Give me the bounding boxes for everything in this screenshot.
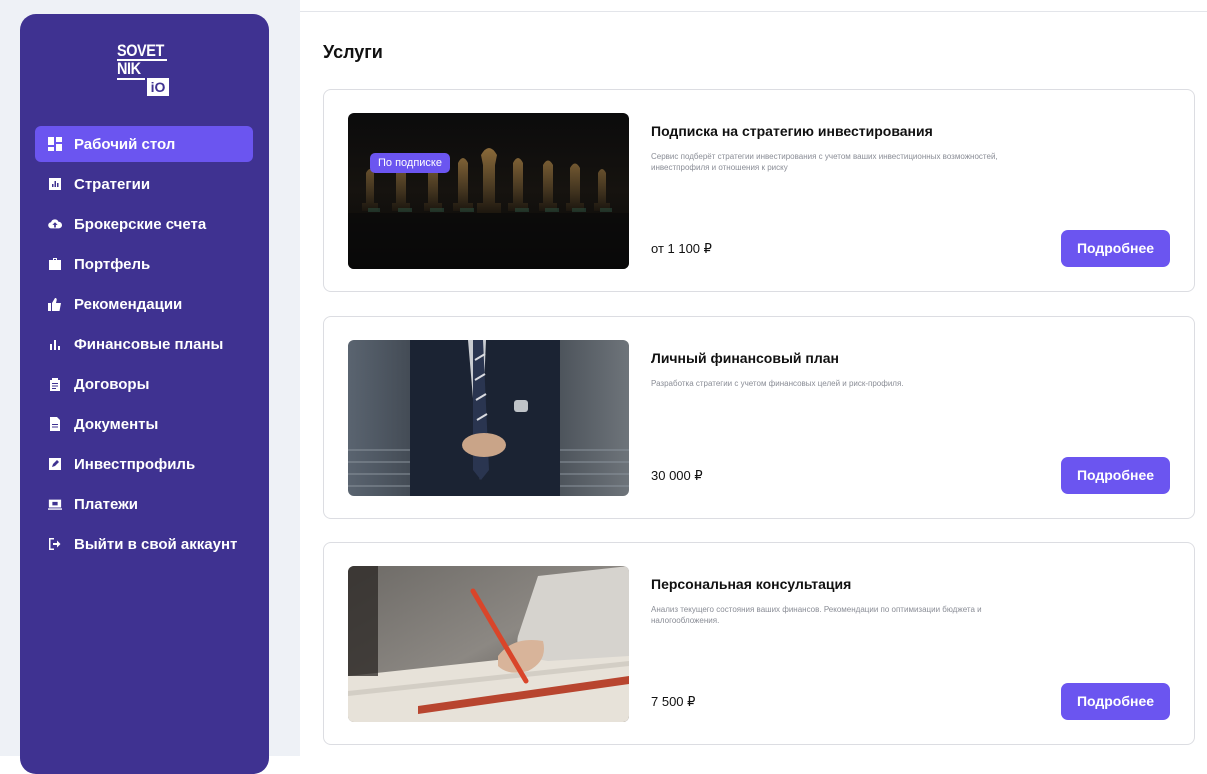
payment-icon [47, 496, 63, 512]
sidebar-item-label: Выйти в свой аккаунт [74, 535, 238, 553]
sidebar-item-label: Портфель [74, 255, 151, 273]
sidebar-item-label: Договоры [74, 375, 150, 393]
sidebar-item-label: Документы [74, 415, 159, 433]
logo-text-line2: NIK [117, 59, 141, 78]
chart-box-icon [47, 176, 63, 192]
sidebar-item-label: Рекомендации [74, 295, 183, 313]
service-card: Личный финансовый план Разработка страте… [323, 316, 1195, 519]
details-button[interactable]: Подробнее [1061, 230, 1170, 267]
sidebar-item-label: Брокерские счета [74, 215, 207, 233]
dashboard-icon [47, 136, 63, 152]
brand-logo[interactable]: SOVET NIK iO [115, 40, 171, 98]
service-card: По подписке Подписка на стратегию инвест… [323, 89, 1195, 292]
clipboard-icon [47, 376, 63, 392]
bar-chart-icon [47, 336, 63, 352]
cloud-upload-icon [47, 216, 63, 232]
service-card: Персональная консультация Анализ текущег… [323, 542, 1195, 745]
service-description: Анализ текущего состояния ваших финансов… [651, 605, 982, 625]
service-price: 7 500 ₽ [651, 694, 696, 709]
sidebar-item-label: Платежи [74, 495, 138, 513]
subscription-badge: По подписке [370, 153, 450, 173]
service-title: Личный финансовый план [651, 350, 840, 366]
service-title: Персональная консультация [651, 576, 852, 592]
sidebar-item-label: Рабочий стол [74, 135, 176, 153]
service-image-businessman [348, 340, 629, 496]
logo-suffix: iO [147, 78, 169, 96]
service-description: Сервис подберёт стратегии инвестирования… [651, 152, 998, 172]
sidebar-item-broker-accounts[interactable]: Брокерские счета [35, 206, 253, 242]
sidebar-item-dashboard[interactable]: Рабочий стол [35, 126, 253, 162]
sidebar-item-payments[interactable]: Платежи [35, 486, 253, 522]
sidebar-nav: Рабочий стол Стратегии Брокерские счета … [35, 126, 253, 566]
sidebar-item-financial-plans[interactable]: Финансовые планы [35, 326, 253, 362]
sidebar-item-label: Финансовые планы [74, 335, 224, 353]
logout-icon [47, 536, 63, 552]
service-description: Разработка стратегии с учетом финансовых… [651, 379, 904, 388]
service-title: Подписка на стратегию инвестирования [651, 123, 933, 139]
logo-underline [117, 78, 145, 80]
sidebar-item-logout[interactable]: Выйти в свой аккаунт [35, 526, 253, 562]
edit-icon [47, 456, 63, 472]
sidebar: SOVET NIK iO Рабочий стол Стратегии Брок… [20, 14, 269, 774]
sidebar-item-portfolio[interactable]: Портфель [35, 246, 253, 282]
sidebar-item-documents[interactable]: Документы [35, 406, 253, 442]
header-divider [300, 11, 1207, 12]
sidebar-item-label: Стратегии [74, 175, 151, 193]
sidebar-item-recommendations[interactable]: Рекомендации [35, 286, 253, 322]
details-button[interactable]: Подробнее [1061, 683, 1170, 720]
logo-text-line1: SOVET [117, 41, 164, 60]
briefcase-icon [47, 256, 63, 272]
sidebar-item-strategies[interactable]: Стратегии [35, 166, 253, 202]
page-title: Услуги [323, 42, 383, 62]
service-image-writing [348, 566, 629, 722]
service-price: 30 000 ₽ [651, 468, 703, 483]
thumbs-up-icon [47, 296, 63, 312]
document-icon [47, 416, 63, 432]
sidebar-item-contracts[interactable]: Договоры [35, 366, 253, 402]
service-price: от 1 100 ₽ [651, 241, 712, 256]
details-button[interactable]: Подробнее [1061, 457, 1170, 494]
sidebar-item-label: Инвестпрофиль [74, 455, 196, 473]
service-image-chess: По подписке [348, 113, 629, 269]
sidebar-item-invest-profile[interactable]: Инвестпрофиль [35, 446, 253, 482]
